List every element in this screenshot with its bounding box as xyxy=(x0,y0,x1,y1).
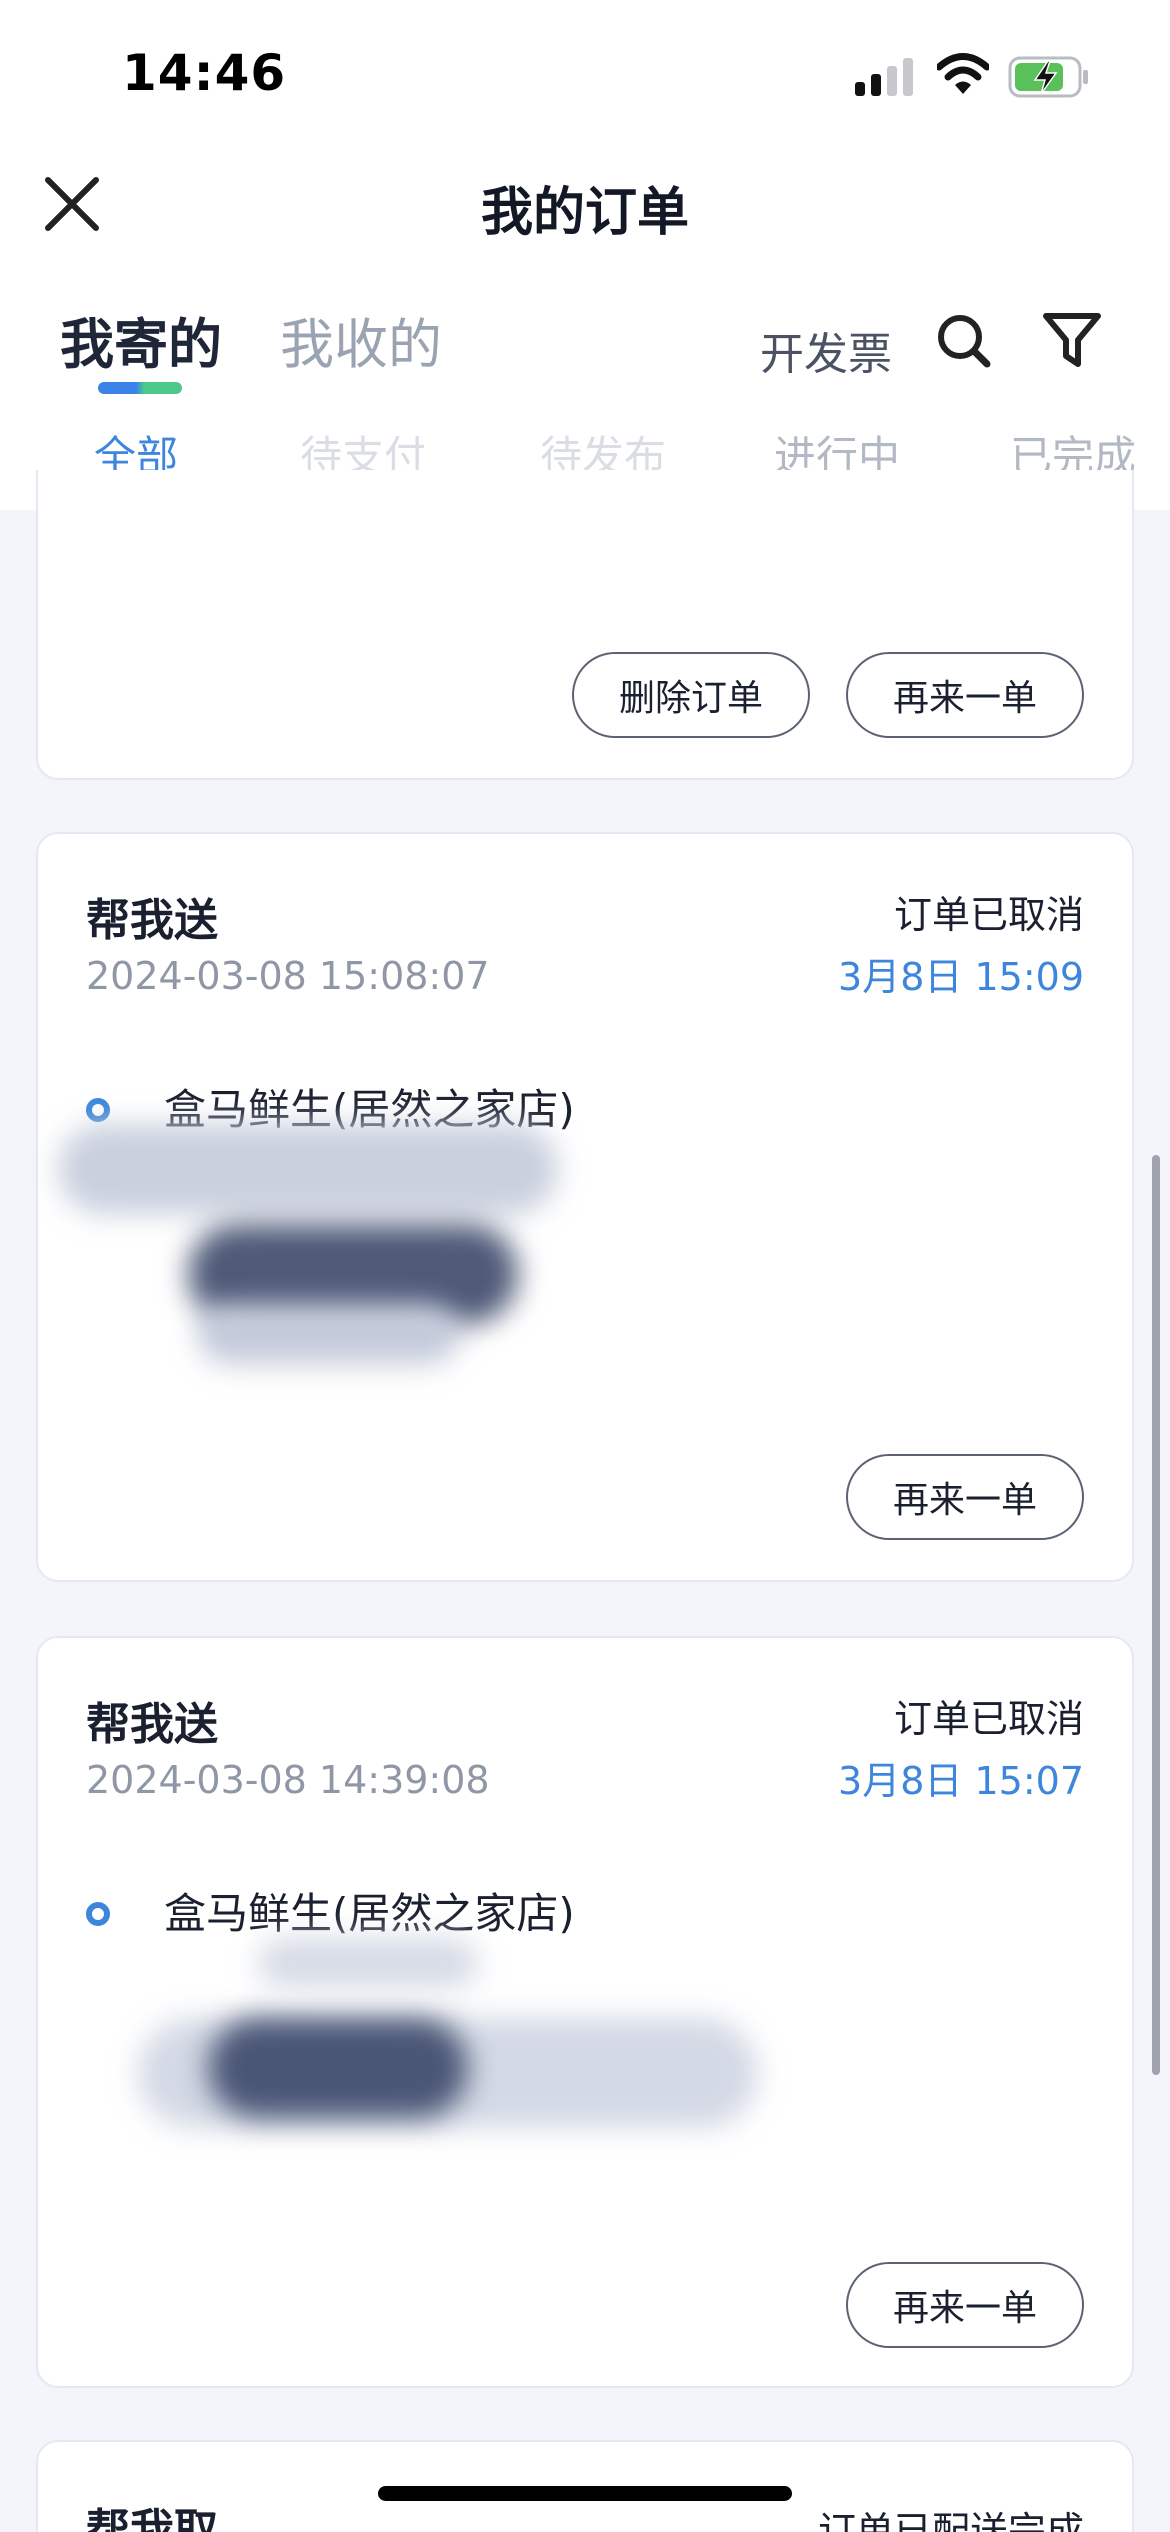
reorder-button[interactable]: 再来一单 xyxy=(846,2262,1084,2348)
signal-icon xyxy=(855,58,913,96)
redacted-area xyxy=(58,1124,558,1214)
order-status-time: 3月8日 15:07 xyxy=(838,1759,1084,1803)
invoice-button[interactable]: 开发票 xyxy=(760,318,892,382)
order-type: 帮我送 xyxy=(86,895,218,946)
order-status: 订单已配送完成 xyxy=(817,2509,1084,2532)
pickup-location: 盒马鲜生(居然之家店) xyxy=(164,1889,575,1938)
battery-charging-icon xyxy=(1008,56,1088,98)
page-title: 我的订单 xyxy=(480,183,689,243)
delete-order-button[interactable]: 删除订单 xyxy=(572,652,810,738)
home-indicator[interactable] xyxy=(378,2486,792,2501)
search-icon[interactable] xyxy=(935,312,993,370)
status-time: 14:46 xyxy=(122,44,287,102)
order-status-time: 3月8日 15:09 xyxy=(838,955,1084,999)
filter-icon[interactable] xyxy=(1040,308,1104,372)
order-card: 帮我送 2024-03-08 14:39:08 订单已取消 3月8日 15:07… xyxy=(36,1636,1134,2388)
redacted-area xyxy=(198,1304,458,1364)
scrollbar[interactable] xyxy=(1152,1155,1160,2075)
order-status: 订单已取消 xyxy=(893,893,1084,937)
redacted-area xyxy=(208,2018,468,2118)
active-tab-indicator xyxy=(98,382,182,394)
tab-received[interactable]: 我收的 xyxy=(280,300,442,379)
orders-screen: 14:46 我的订单 我寄的 我收的 开发票 全部 待支付 待发布 进行中 已完… xyxy=(0,0,1170,2532)
tab-sent[interactable]: 我寄的 xyxy=(60,300,222,379)
order-created-time: 2024-03-08 15:08:07 xyxy=(86,954,490,998)
pickup-marker-icon xyxy=(86,1902,110,1926)
redacted-area xyxy=(258,1938,478,1988)
status-bar: 14:46 xyxy=(0,0,1170,150)
order-card: 删除订单 再来一单 xyxy=(36,470,1134,780)
wifi-icon xyxy=(937,53,989,94)
order-type: 帮我送 xyxy=(86,1699,218,1750)
order-direction-tabs: 我寄的 我收的 开发票 xyxy=(0,260,1170,405)
reorder-button[interactable]: 再来一单 xyxy=(846,1454,1084,1540)
order-created-time: 2024-03-08 14:39:08 xyxy=(86,1758,490,1802)
reorder-button[interactable]: 再来一单 xyxy=(846,652,1084,738)
pickup-marker-icon xyxy=(86,1098,110,1122)
order-card: 帮我送 2024-03-08 15:08:07 订单已取消 3月8日 15:09… xyxy=(36,832,1134,1582)
order-status: 订单已取消 xyxy=(893,1697,1084,1741)
nav-header: 我的订单 xyxy=(0,150,1170,260)
order-type: 帮我取 xyxy=(86,2505,218,2532)
